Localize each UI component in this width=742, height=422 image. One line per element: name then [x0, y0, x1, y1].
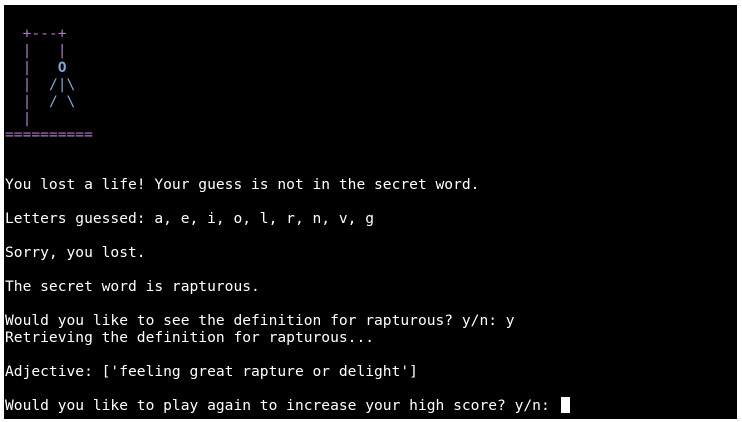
hangman-legs-row: | / \ — [5, 93, 76, 110]
retrieving-message: Retrieving the definition for rapturous.… — [5, 329, 375, 346]
hangman-head-row: | O — [5, 59, 67, 76]
hangman-legs: / \ — [48, 93, 76, 110]
letters-guessed: Letters guessed: a, e, i, o, l, r, n, v,… — [5, 210, 375, 227]
input-cursor[interactable] — [560, 397, 570, 413]
definition-prompt: Would you like to see the definition for… — [5, 312, 515, 329]
gallows-base: ========== — [5, 126, 93, 143]
play-again-prompt: Would you like to play again to increase… — [5, 397, 559, 414]
play-again-row[interactable]: Would you like to play again to increase… — [5, 397, 570, 414]
gallows-post: | — [5, 59, 58, 76]
gallows-rope: | | — [5, 42, 67, 59]
sorry-message: Sorry, you lost. — [5, 244, 146, 261]
hangman-body-row: | /|\ — [5, 76, 76, 93]
terminal-window[interactable]: +---+ | | | O | /|\ | / \ | ========== Y… — [4, 5, 737, 419]
hangman-body: /|\ — [48, 76, 76, 93]
gallows-top: +---+ — [5, 25, 67, 42]
lost-life-message: You lost a life! Your guess is not in th… — [5, 176, 480, 193]
gallows-post-bottom: | — [5, 110, 32, 127]
hangman-head: O — [57, 59, 67, 76]
gallows-post: | — [5, 93, 49, 110]
definition-text: Adjective: ['feeling great rapture or de… — [5, 363, 418, 380]
gallows-post: | — [5, 76, 49, 93]
secret-word-message: The secret word is rapturous. — [5, 278, 260, 295]
